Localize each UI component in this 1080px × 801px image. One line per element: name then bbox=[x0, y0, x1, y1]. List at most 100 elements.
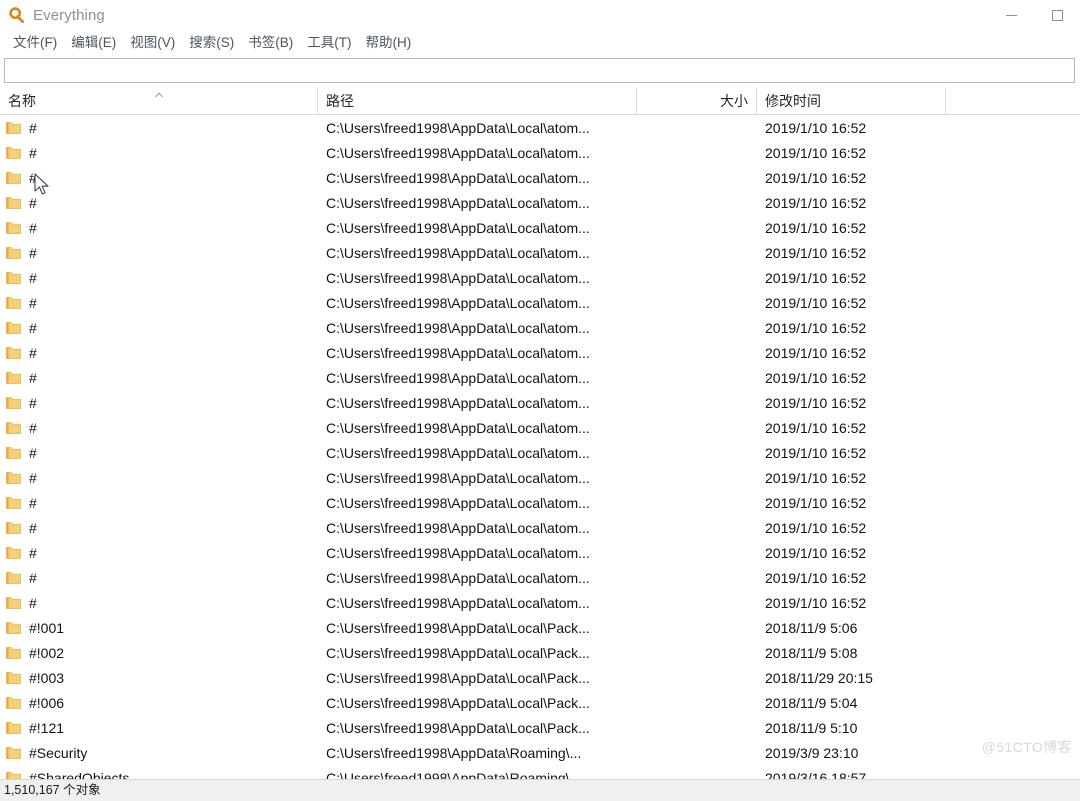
column-header-name[interactable]: 名称 bbox=[0, 87, 318, 115]
cell-size bbox=[637, 215, 757, 240]
table-row[interactable]: # C:\Users\freed1998\AppData\Local\atom..… bbox=[0, 290, 1080, 315]
cell-size bbox=[637, 665, 757, 690]
cell-modified: 2019/3/9 23:10 bbox=[765, 744, 859, 761]
cell-size bbox=[637, 465, 757, 490]
file-name: # bbox=[29, 144, 37, 161]
cell-name: # bbox=[0, 540, 318, 565]
cell-modified: 2019/1/10 16:52 bbox=[765, 569, 867, 586]
cell-name: # bbox=[0, 515, 318, 540]
column-header-path[interactable]: 路径 bbox=[318, 87, 637, 115]
cell-path: C:\Users\freed1998\AppData\Local\Pack... bbox=[326, 644, 590, 661]
table-row[interactable]: # C:\Users\freed1998\AppData\Local\atom..… bbox=[0, 265, 1080, 290]
table-row[interactable]: # C:\Users\freed1998\AppData\Local\atom..… bbox=[0, 340, 1080, 365]
cell-modified: 2019/3/16 18:57 bbox=[765, 769, 867, 780]
table-row[interactable]: # C:\Users\freed1998\AppData\Local\atom..… bbox=[0, 315, 1080, 340]
menu-item-search[interactable]: 搜索(S) bbox=[182, 34, 241, 53]
table-row[interactable]: # C:\Users\freed1998\AppData\Local\atom..… bbox=[0, 165, 1080, 190]
table-row[interactable]: #!003 C:\Users\freed1998\AppData\Local\Pa… bbox=[0, 665, 1080, 690]
cell-path: C:\Users\freed1998\AppData\Local\atom... bbox=[326, 194, 590, 211]
table-row[interactable]: # C:\Users\freed1998\AppData\Local\atom..… bbox=[0, 390, 1080, 415]
cell-size bbox=[637, 715, 757, 740]
cell-path: C:\Users\freed1998\AppData\Local\atom... bbox=[326, 444, 590, 461]
column-header-spacer[interactable] bbox=[946, 87, 1080, 115]
column-header-size[interactable]: 大小 bbox=[637, 87, 757, 115]
folder-icon bbox=[6, 296, 21, 309]
table-row[interactable]: # C:\Users\freed1998\AppData\Local\atom..… bbox=[0, 540, 1080, 565]
cell-name: #!001 bbox=[0, 615, 318, 640]
table-row[interactable]: # C:\Users\freed1998\AppData\Local\atom..… bbox=[0, 190, 1080, 215]
cell-path: C:\Users\freed1998\AppData\Local\Pack... bbox=[326, 669, 590, 686]
window-title: Everything bbox=[33, 6, 105, 24]
menu-item-edit[interactable]: 编辑(E) bbox=[64, 34, 123, 53]
table-row[interactable]: # C:\Users\freed1998\AppData\Local\atom..… bbox=[0, 365, 1080, 390]
maximize-button[interactable] bbox=[1034, 0, 1080, 31]
column-header-modified[interactable]: 修改时间 bbox=[757, 87, 946, 115]
folder-icon bbox=[6, 346, 21, 359]
table-row[interactable]: # C:\Users\freed1998\AppData\Local\atom..… bbox=[0, 115, 1080, 140]
folder-icon bbox=[6, 521, 21, 534]
folder-icon bbox=[6, 146, 21, 159]
cell-modified: 2019/1/10 16:52 bbox=[765, 419, 867, 436]
table-row[interactable]: #!002 C:\Users\freed1998\AppData\Local\Pa… bbox=[0, 640, 1080, 665]
cell-modified: 2019/1/10 16:52 bbox=[765, 169, 867, 186]
table-row[interactable]: #Security C:\Users\freed1998\AppData\Roam… bbox=[0, 740, 1080, 765]
table-row[interactable]: # C:\Users\freed1998\AppData\Local\atom..… bbox=[0, 140, 1080, 165]
cell-name: #!121 bbox=[0, 715, 318, 740]
cell-modified: 2019/1/10 16:52 bbox=[765, 394, 867, 411]
table-row[interactable]: #SharedObjects C:\Users\freed1998\AppData… bbox=[0, 765, 1080, 779]
cell-path: C:\Users\freed1998\AppData\Roaming\... bbox=[326, 744, 582, 761]
table-row[interactable]: # C:\Users\freed1998\AppData\Local\atom..… bbox=[0, 415, 1080, 440]
cell-modified: 2019/1/10 16:52 bbox=[765, 194, 867, 211]
table-row[interactable]: # C:\Users\freed1998\AppData\Local\atom..… bbox=[0, 515, 1080, 540]
cell-size bbox=[637, 315, 757, 340]
file-name: # bbox=[29, 169, 37, 186]
file-name: # bbox=[29, 244, 37, 261]
table-row[interactable]: # C:\Users\freed1998\AppData\Local\atom..… bbox=[0, 565, 1080, 590]
cell-modified: 2019/1/10 16:52 bbox=[765, 319, 867, 336]
cell-size bbox=[637, 640, 757, 665]
cell-size bbox=[637, 690, 757, 715]
minimize-button[interactable] bbox=[988, 0, 1034, 31]
menu-item-file[interactable]: 文件(F) bbox=[6, 34, 64, 53]
table-row[interactable]: # C:\Users\freed1998\AppData\Local\atom..… bbox=[0, 590, 1080, 615]
table-row[interactable]: # C:\Users\freed1998\AppData\Local\atom..… bbox=[0, 465, 1080, 490]
file-name: # bbox=[29, 319, 37, 336]
column-header-size-label: 大小 bbox=[720, 93, 748, 109]
cell-size bbox=[637, 365, 757, 390]
folder-icon bbox=[6, 671, 21, 684]
cell-path: C:\Users\freed1998\AppData\Local\Pack... bbox=[326, 719, 590, 736]
cell-name: #!003 bbox=[0, 665, 318, 690]
cell-modified: 2019/1/10 16:52 bbox=[765, 344, 867, 361]
cell-name: # bbox=[0, 315, 318, 340]
cell-path: C:\Users\freed1998\AppData\Local\atom... bbox=[326, 369, 590, 386]
menu-item-tools[interactable]: 工具(T) bbox=[300, 34, 358, 53]
folder-icon bbox=[6, 246, 21, 259]
menu-item-bookmarks[interactable]: 书签(B) bbox=[241, 34, 300, 53]
cell-modified: 2019/1/10 16:52 bbox=[765, 594, 867, 611]
menu-item-view[interactable]: 视图(V) bbox=[123, 34, 182, 53]
table-row[interactable]: # C:\Users\freed1998\AppData\Local\atom..… bbox=[0, 490, 1080, 515]
search-input[interactable] bbox=[4, 58, 1075, 83]
status-object-count: 1,510,167 个对象 bbox=[4, 783, 101, 798]
cell-name: # bbox=[0, 140, 318, 165]
folder-icon bbox=[6, 596, 21, 609]
table-row[interactable]: # C:\Users\freed1998\AppData\Local\atom..… bbox=[0, 440, 1080, 465]
file-name: #!001 bbox=[29, 619, 65, 636]
search-bar bbox=[0, 55, 1080, 87]
table-row[interactable]: #!121 C:\Users\freed1998\AppData\Local\Pa… bbox=[0, 715, 1080, 740]
table-row[interactable]: #!001 C:\Users\freed1998\AppData\Local\Pa… bbox=[0, 615, 1080, 640]
menu-item-help[interactable]: 帮助(H) bbox=[359, 34, 419, 53]
cell-size bbox=[637, 765, 757, 779]
table-row[interactable]: # C:\Users\freed1998\AppData\Local\atom..… bbox=[0, 240, 1080, 265]
table-row[interactable]: #!006 C:\Users\freed1998\AppData\Local\Pa… bbox=[0, 690, 1080, 715]
table-row[interactable]: # C:\Users\freed1998\AppData\Local\atom..… bbox=[0, 215, 1080, 240]
folder-icon bbox=[6, 196, 21, 209]
cell-modified: 2019/1/10 16:52 bbox=[765, 244, 867, 261]
folder-icon bbox=[6, 546, 21, 559]
folder-icon bbox=[6, 271, 21, 284]
cell-modified: 2019/1/10 16:52 bbox=[765, 269, 867, 286]
cell-size bbox=[637, 540, 757, 565]
file-name: # bbox=[29, 394, 37, 411]
cell-size bbox=[637, 265, 757, 290]
cell-path: C:\Users\freed1998\AppData\Local\atom... bbox=[326, 244, 590, 261]
